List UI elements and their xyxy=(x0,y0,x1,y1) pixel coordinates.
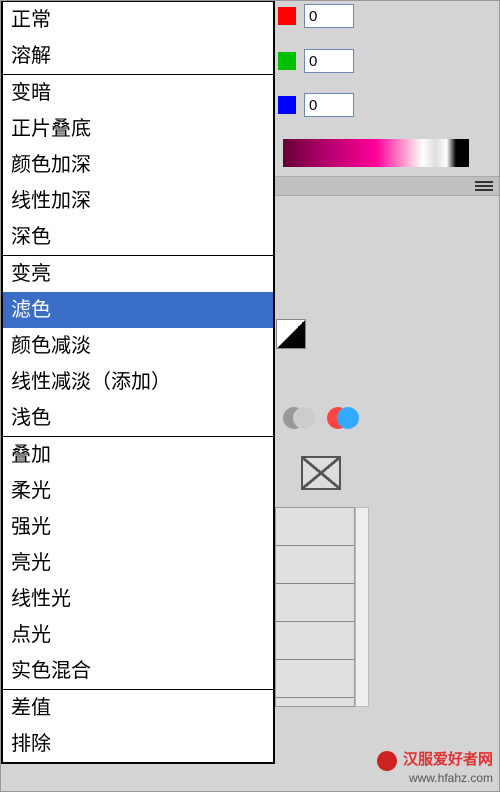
blend-mode-item[interactable]: 变亮 xyxy=(3,256,273,292)
blend-mode-item[interactable]: 深色 xyxy=(3,219,273,255)
stamp-icon xyxy=(377,751,397,771)
blend-mode-dropdown[interactable]: 正常溶解变暗正片叠底颜色加深线性加深深色变亮滤色颜色减淡线性减淡（添加）浅色叠加… xyxy=(1,1,275,764)
blend-mode-item[interactable]: 排除 xyxy=(3,726,273,762)
blend-mode-item[interactable]: 叠加 xyxy=(3,437,273,473)
color-gradient-strip[interactable] xyxy=(283,139,469,167)
panel-menu-icon[interactable] xyxy=(475,179,493,193)
blend-mode-item[interactable]: 线性光 xyxy=(3,581,273,617)
color-overlap-icon[interactable] xyxy=(327,401,361,435)
blend-mode-item[interactable]: 变暗 xyxy=(3,75,273,111)
mask-icon-row xyxy=(276,319,306,349)
blend-mode-item[interactable]: 滤色 xyxy=(3,292,273,328)
red-value-input[interactable] xyxy=(304,4,354,28)
blend-mode-item[interactable]: 溶解 xyxy=(3,38,273,74)
blend-mode-item[interactable]: 实色混合 xyxy=(3,653,273,689)
list-item[interactable] xyxy=(276,584,354,622)
list-item[interactable] xyxy=(276,546,354,584)
blend-mode-item[interactable]: 正片叠底 xyxy=(3,111,273,147)
default-colors-icon[interactable] xyxy=(276,319,306,349)
blend-mode-item[interactable]: 柔光 xyxy=(3,473,273,509)
blue-value-input[interactable] xyxy=(304,93,354,117)
blend-mode-item[interactable]: 线性加深 xyxy=(3,183,273,219)
green-value-input[interactable] xyxy=(304,49,354,73)
list-scrollbox[interactable] xyxy=(275,507,355,707)
circles-icon-row xyxy=(283,401,361,435)
blend-mode-item[interactable]: 差值 xyxy=(3,690,273,726)
blend-mode-item[interactable]: 强光 xyxy=(3,509,273,545)
blend-mode-item[interactable]: 点光 xyxy=(3,617,273,653)
watermark: 汉服爱好者网 www.hfahz.com xyxy=(377,748,493,785)
blue-channel-row xyxy=(278,93,354,117)
red-channel-row xyxy=(278,4,354,28)
blend-mode-item[interactable]: 颜色加深 xyxy=(3,147,273,183)
list-item[interactable] xyxy=(276,660,354,698)
green-swatch xyxy=(278,52,296,70)
blue-swatch xyxy=(278,96,296,114)
blend-mode-item[interactable]: 浅色 xyxy=(3,400,273,436)
list-item[interactable] xyxy=(276,508,354,546)
red-swatch xyxy=(278,7,296,25)
watermark-url: www.hfahz.com xyxy=(409,771,493,785)
blend-mode-item[interactable]: 颜色减淡 xyxy=(3,328,273,364)
blend-mode-item[interactable]: 正常 xyxy=(3,2,273,38)
blend-mode-item[interactable]: 线性减淡（添加） xyxy=(3,364,273,400)
blend-mode-item[interactable]: 亮光 xyxy=(3,545,273,581)
none-box-icon[interactable] xyxy=(301,456,341,490)
watermark-title: 汉服爱好者网 xyxy=(403,751,493,768)
grayscale-overlap-icon[interactable] xyxy=(283,401,317,435)
list-item[interactable] xyxy=(276,622,354,660)
green-channel-row xyxy=(278,49,354,73)
scrollbar-track[interactable] xyxy=(355,507,369,707)
